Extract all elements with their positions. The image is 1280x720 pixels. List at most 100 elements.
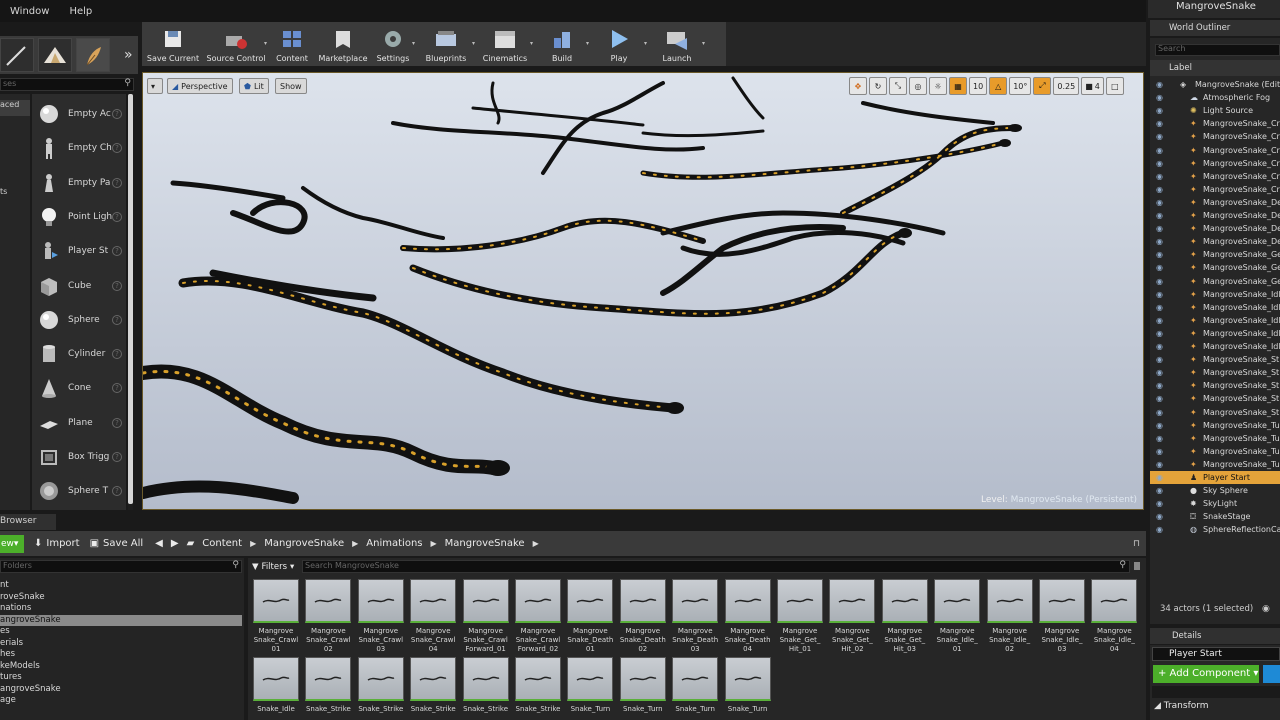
toolbar-play-button[interactable]: Play ▾ <box>590 22 648 66</box>
folder-search-input[interactable]: Folders ⚲ <box>0 560 242 573</box>
asset-tile[interactable]: Mangrove Snake_Crawl 02 <box>305 579 352 654</box>
chevron-down-icon[interactable]: ▾ <box>264 40 267 47</box>
breadcrumb-separator-icon[interactable]: ▶ <box>250 539 256 548</box>
scale-tool[interactable]: ⤡ <box>889 77 907 95</box>
outliner-row[interactable]: ◉ ✦ MangroveSnake_St <box>1150 392 1280 405</box>
visibility-eye-icon[interactable]: ◉ <box>1156 183 1163 196</box>
details-tab[interactable]: Details <box>1150 628 1280 644</box>
help-icon[interactable]: ? <box>112 417 122 428</box>
surface-snap-toggle[interactable]: ☼ <box>929 77 947 95</box>
asset-tile[interactable]: Mangrove Snake_Idle_ 04 <box>1091 579 1138 654</box>
outliner-row[interactable]: ◉ ✦ MangroveSnake_Cr <box>1150 144 1280 157</box>
outliner-row[interactable]: ◉ ✦ MangroveSnake_Idl <box>1150 327 1280 340</box>
outliner-row[interactable]: ◉ ✦ MangroveSnake_Ge <box>1150 248 1280 261</box>
visibility-eye-icon[interactable]: ◉ <box>1156 104 1163 117</box>
toolbar-marketplace-button[interactable]: Marketplace <box>316 22 370 66</box>
filters-button[interactable]: ▼ Filters ▾ <box>252 560 294 573</box>
place-actor-item[interactable]: Plane? <box>32 407 126 439</box>
modes-scrollbar-thumb[interactable] <box>128 94 133 504</box>
outliner-row[interactable]: ◉ ✦ MangroveSnake_St <box>1150 406 1280 419</box>
outliner-row[interactable]: ◉ ◈ MangroveSnake (Edito <box>1150 78 1280 91</box>
folder-tree-item[interactable]: erials <box>0 638 242 649</box>
modes-search-input[interactable]: ses ⚲ <box>0 78 134 91</box>
asset-tile[interactable]: Mangrove Snake_Death 03 <box>672 579 719 654</box>
transform-section-header[interactable]: ◢ Transform <box>1154 701 1209 711</box>
place-actor-item[interactable]: Box Trigg? <box>32 441 126 473</box>
asset-tile[interactable]: Mangrove Snake_Idle_ 02 <box>986 579 1033 654</box>
help-icon[interactable]: ? <box>112 452 122 462</box>
visibility-eye-icon[interactable]: ◉ <box>1156 432 1163 445</box>
outliner-row[interactable]: ◉ ✦ MangroveSnake_St <box>1150 353 1280 366</box>
outliner-row[interactable]: ◉ ✦ MangroveSnake_De <box>1150 235 1280 248</box>
asset-tile[interactable]: Snake_Turn <box>567 657 614 714</box>
help-icon[interactable]: ? <box>112 486 122 497</box>
breadcrumb-separator-icon[interactable]: ▶ <box>352 539 358 548</box>
folder-tree-item[interactable]: age <box>0 695 242 706</box>
visibility-eye-icon[interactable]: ◉ <box>1156 170 1163 183</box>
chevron-down-icon[interactable]: ▾ <box>472 40 475 47</box>
breadcrumb-separator-icon[interactable]: ▶ <box>431 539 437 548</box>
folder-tree-item[interactable]: nations <box>0 603 242 614</box>
asset-tile[interactable]: Snake_Turn <box>672 657 719 714</box>
view-options-eye-icon[interactable]: ◉ <box>1262 604 1270 614</box>
toolbar-save-current-button[interactable]: Save Current <box>142 22 204 66</box>
visibility-eye-icon[interactable]: ◉ <box>1156 523 1163 536</box>
visibility-eye-icon[interactable]: ◉ <box>1156 209 1163 222</box>
outliner-row[interactable]: ◉ ✦ MangroveSnake_St <box>1150 366 1280 379</box>
mode-foliage[interactable] <box>76 38 110 72</box>
breadcrumb-mangrovesnake-current[interactable]: MangroveSnake <box>445 538 525 549</box>
asset-tile[interactable]: Mangrove Snake_Crawl Forward_01 <box>462 579 509 654</box>
breadcrumb-animations[interactable]: Animations <box>366 538 422 549</box>
breadcrumb-mangrovesnake[interactable]: MangroveSnake <box>264 538 344 549</box>
outliner-row[interactable]: ◉ ✦ MangroveSnake_Tu <box>1150 419 1280 432</box>
save-all-button[interactable]: ▣ Save All <box>90 535 144 553</box>
forward-arrow-icon[interactable]: ▶ <box>171 538 179 549</box>
visibility-eye-icon[interactable]: ◉ <box>1156 235 1163 248</box>
folder-tree-item[interactable]: es <box>0 626 242 637</box>
folder-tree-item[interactable]: roveSnake <box>0 592 242 603</box>
outliner-row[interactable]: ◉ ◍ SphereReflectionCa <box>1150 523 1280 536</box>
asset-tile[interactable]: Snake_Strike <box>410 657 457 714</box>
grid-snap-value[interactable]: 10 <box>969 77 988 95</box>
help-icon[interactable]: ? <box>112 109 122 119</box>
outliner-row[interactable]: ◉ ✦ MangroveSnake_Cr <box>1150 183 1280 196</box>
outliner-row[interactable]: ◉ ✦ MangroveSnake_Tu <box>1150 458 1280 471</box>
toolbar-source-control-button[interactable]: Source Control ▾ <box>204 22 268 66</box>
visibility-eye-icon[interactable]: ◉ <box>1156 497 1163 510</box>
add-component-button[interactable]: + Add Component ▾ <box>1153 665 1259 683</box>
outliner-row[interactable]: ◉ ✦ MangroveSnake_Cr <box>1150 130 1280 143</box>
visibility-eye-icon[interactable]: ◉ <box>1156 340 1163 353</box>
toolbar-settings-button[interactable]: Settings ▾ <box>370 22 416 66</box>
visibility-eye-icon[interactable]: ◉ <box>1156 130 1163 143</box>
outliner-row[interactable]: ◉ ● Sky Sphere <box>1150 484 1280 497</box>
help-icon[interactable]: ? <box>112 177 122 188</box>
outliner-row[interactable]: ◉ ✦ MangroveSnake_Tu <box>1150 445 1280 458</box>
mode-paint[interactable] <box>0 38 34 72</box>
perspective-button[interactable]: ◢ Perspective <box>167 78 233 94</box>
asset-tile[interactable]: Snake_Strike <box>462 657 509 714</box>
translate-tool[interactable]: ✥ <box>849 77 867 95</box>
folder-tree-item[interactable]: hes <box>0 649 242 660</box>
folder-tree-item[interactable]: angroveSnake <box>0 614 242 626</box>
toolbar-content-button[interactable]: Content <box>268 22 316 66</box>
visibility-eye-icon[interactable]: ◉ <box>1156 275 1163 288</box>
menu-window[interactable]: Window <box>10 6 49 17</box>
maximize-viewport-button[interactable]: □ <box>1105 77 1124 95</box>
blueprint-button[interactable] <box>1263 665 1280 683</box>
outliner-row[interactable]: ◉ ✺ Light Source <box>1150 104 1280 117</box>
outliner-row[interactable]: ◉ ⛋ SnakeStage <box>1150 510 1280 523</box>
asset-search-input[interactable]: Search MangroveSnake ⚲ <box>302 560 1130 573</box>
viewport-options-button[interactable]: ▾ <box>147 78 163 94</box>
actor-name-field[interactable]: Player Start <box>1152 647 1280 661</box>
visibility-eye-icon[interactable]: ◉ <box>1156 261 1163 274</box>
place-actor-item[interactable]: Sphere T? <box>32 475 126 507</box>
outliner-row[interactable]: ◉ ♟ Player Start <box>1150 471 1280 484</box>
visibility-eye-icon[interactable]: ◉ <box>1156 484 1163 497</box>
visibility-eye-icon[interactable]: ◉ <box>1156 353 1163 366</box>
asset-tile[interactable]: Mangrove Snake_Idle_ 01 <box>934 579 981 654</box>
place-actor-item[interactable]: Point Ligh? <box>32 201 126 233</box>
visibility-eye-icon[interactable]: ◉ <box>1156 301 1163 314</box>
world-outliner-tab[interactable]: World Outliner <box>1150 20 1280 36</box>
outliner-row[interactable]: ◉ ✦ MangroveSnake_Idl <box>1150 301 1280 314</box>
toolbar-launch-button[interactable]: Launch ▾ <box>648 22 706 66</box>
